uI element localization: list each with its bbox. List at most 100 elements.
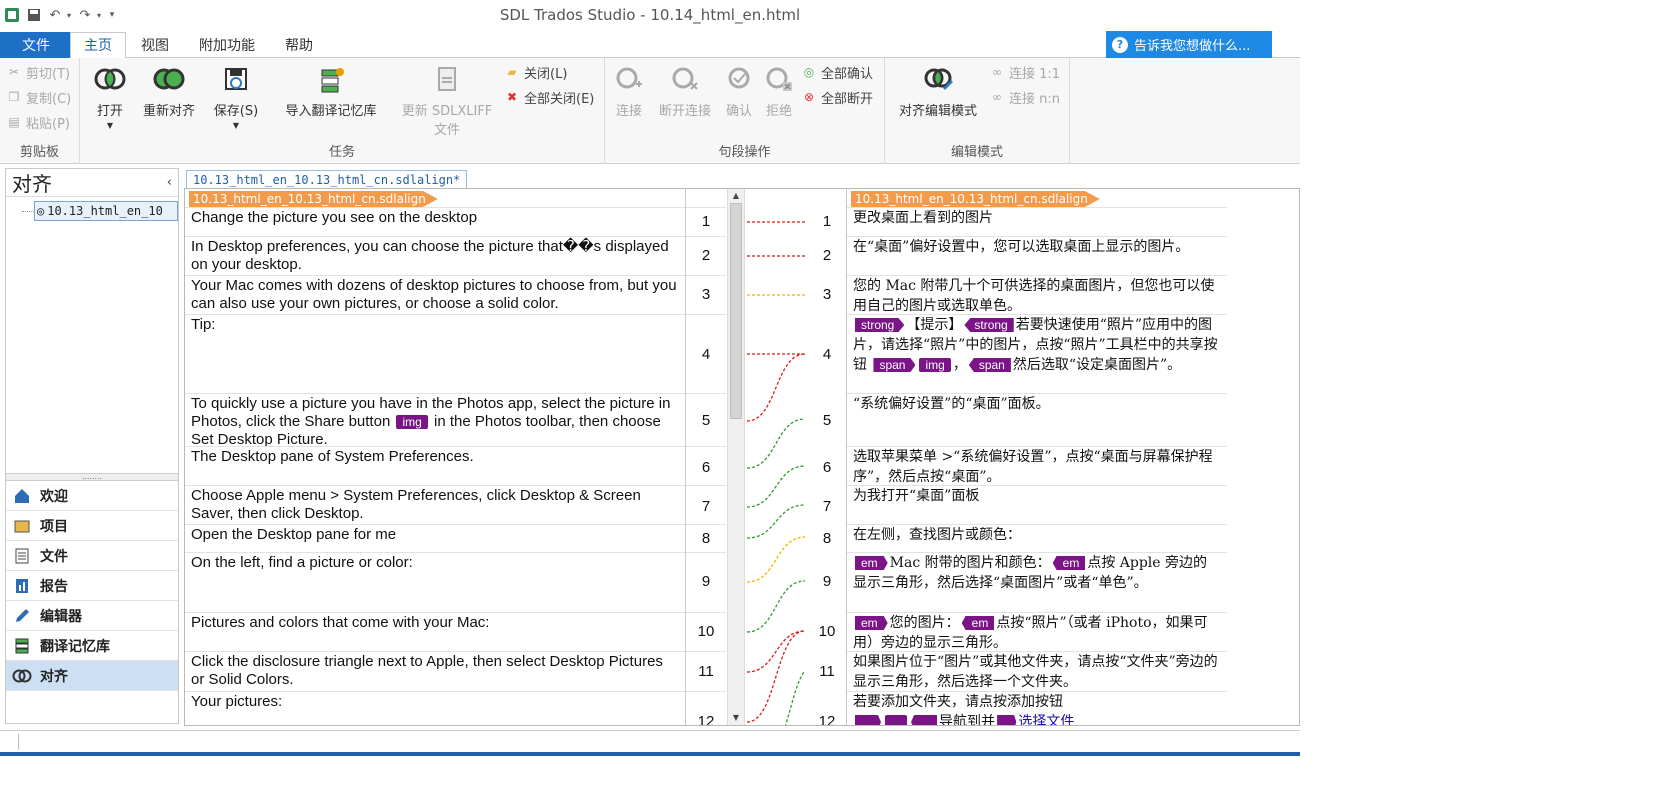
cut-button[interactable]: ✂ 剪切(T)	[6, 62, 70, 82]
import-tm-button[interactable]: 导入翻译记忆库	[278, 62, 384, 119]
confirm-all-button[interactable]: ◎ 全部确认	[801, 62, 873, 82]
source-segment[interactable]: Pictures and colors that come with your …	[185, 612, 685, 651]
target-segment[interactable]: 选取苹果菜单 >“系统偏好设置”，点按“桌面与屏幕保护程序”，然后点按“桌面”。	[847, 446, 1227, 485]
row-divider	[686, 552, 726, 553]
target-segment[interactable]: 为我打开“桌面”面板	[847, 485, 1227, 524]
source-text: Click the disclosure triangle next to Ap…	[191, 653, 663, 688]
save-button[interactable]: 保存(S) ▼	[210, 62, 262, 130]
target-segment[interactable]: 您的 Mac 附带几十个可供选择的桌面图片，但您也可以使用自己的图片或选取单色。	[847, 275, 1227, 314]
target-segment[interactable]: 若要添加文件夹，请点按添加按钮 导航到并 选择文件	[847, 691, 1227, 725]
close-all-button[interactable]: ✖ 全部关闭(E)	[504, 87, 594, 107]
scroll-thumb[interactable]	[730, 203, 742, 419]
source-segment[interactable]: Choose Apple menu > System Preferences, …	[185, 485, 685, 524]
realign-button[interactable]: 重新对齐	[138, 62, 200, 119]
source-scrollbar[interactable]: ▲ ▼	[727, 189, 745, 725]
target-segment[interactable]: strong 【提示】 strong 若要快速使用“照片”应用中的图片，请选择“照片”…	[847, 314, 1227, 393]
source-segment[interactable]: Your Mac comes with dozens of desktop pi…	[185, 275, 685, 314]
nav-welcome[interactable]: 欢迎	[6, 481, 178, 511]
scroll-up-icon[interactable]: ▲	[728, 189, 744, 203]
link-line[interactable]	[746, 465, 806, 508]
target-text: 如果图片位于“图片”或其他文件夹，请点按“文件夹”旁边的显示三角形，然后选择一个…	[853, 654, 1218, 690]
span-open-tag[interactable]	[855, 715, 882, 725]
source-segment[interactable]: On the left, find a picture or color:	[185, 552, 685, 612]
link-line[interactable]	[746, 504, 806, 539]
nav-files-label: 文件	[40, 548, 68, 565]
target-segment[interactable]: “系统偏好设置”的“桌面”面板。	[847, 393, 1227, 446]
connect-button[interactable]: 连接	[611, 62, 647, 119]
link-line[interactable]	[784, 670, 806, 726]
tell-me-label: 告诉我您想做什么...	[1134, 39, 1251, 54]
edit-mode-group-label: 编辑模式	[950, 145, 1003, 160]
link-line[interactable]	[746, 418, 806, 469]
reject-icon	[762, 62, 796, 96]
source-segment[interactable]: Tip:	[185, 314, 685, 393]
source-segment[interactable]: Click the disclosure triangle next to Ap…	[185, 651, 685, 691]
span-close-tag[interactable]	[911, 715, 938, 725]
align-edit-mode-button[interactable]: 对齐编辑模式	[891, 62, 985, 119]
a-open-tag[interactable]	[997, 715, 1017, 725]
files-icon	[12, 546, 32, 566]
img-placeholder-tag[interactable]	[885, 715, 908, 725]
target-link-text[interactable]: 选择文件	[1018, 714, 1074, 725]
img-placeholder-tag[interactable]: img	[919, 358, 951, 372]
link-line[interactable]	[746, 580, 806, 633]
nav-reports[interactable]: 报告	[6, 571, 178, 601]
source-segment[interactable]: Your pictures:	[185, 691, 685, 725]
align-icon	[12, 666, 32, 686]
panel-splitter[interactable]: ........	[6, 473, 178, 481]
target-segment[interactable]: 更改桌面上看到的图片	[847, 207, 1227, 236]
em-close-tag[interactable]: em	[1052, 556, 1086, 570]
source-segment[interactable]: Open the Desktop pane for me	[185, 524, 685, 552]
open-button[interactable]: 打开 ▼	[90, 62, 130, 130]
link-line[interactable]	[746, 630, 806, 723]
tab-home[interactable]: 主页	[70, 32, 126, 58]
source-segment[interactable]: The Desktop pane of System Preferences.	[185, 446, 685, 485]
nav-editor[interactable]: 编辑器	[6, 601, 178, 631]
nav-alignment[interactable]: 对齐	[6, 661, 178, 691]
source-segment[interactable]: In Desktop preferences, you can choose t…	[185, 236, 685, 275]
span-close-tag[interactable]: span	[968, 358, 1011, 372]
tab-view[interactable]: 视图	[130, 32, 180, 58]
paste-button[interactable]: ▤ 粘贴(P)	[6, 112, 70, 132]
source-text: Open the Desktop pane for me	[191, 526, 397, 543]
target-segment[interactable]: 在“桌面”偏好设置中，您可以选取桌面上显示的图片。	[847, 236, 1227, 275]
tell-me-box[interactable]: ? 告诉我您想做什么...	[1106, 31, 1272, 58]
strong-close-tag[interactable]: strong	[964, 318, 1014, 332]
disconnect-all-button[interactable]: ⊗ 全部断开	[801, 87, 873, 107]
disconnect-button[interactable]: 断开连接	[653, 62, 717, 119]
alignment-tree-item[interactable]: ◎ 10.13_html_en_10	[34, 201, 178, 221]
source-segment[interactable]: To quickly use a picture you have in the…	[185, 393, 685, 446]
nav-files[interactable]: 文件	[6, 541, 178, 571]
source-segment-number: 1	[701, 213, 711, 230]
reject-button[interactable]: 拒绝	[761, 62, 797, 119]
document-tab[interactable]: 10.13_html_en_10.13_html_cn.sdlalign*	[186, 170, 468, 188]
collapse-panel-icon[interactable]: ‹	[167, 175, 172, 190]
update-sdlxliff-button[interactable]: 更新 SDLXLIFF 文件	[398, 62, 496, 138]
tab-addins[interactable]: 附加功能	[190, 32, 264, 58]
link-line[interactable]	[746, 536, 806, 583]
nav-translation-memories[interactable]: 翻译记忆库	[6, 631, 178, 661]
link-line[interactable]	[746, 353, 806, 422]
source-segment[interactable]: Change the picture you see on the deskto…	[185, 207, 685, 236]
target-segment[interactable]: em Mac 附带的图片和颜色： em 点按 Apple 旁边的显示三角形，然后选择“…	[847, 552, 1227, 612]
scroll-down-icon[interactable]: ▼	[728, 711, 744, 725]
target-segment[interactable]: 在左侧，查找图片或颜色：	[847, 524, 1227, 552]
tab-file[interactable]: 文件	[0, 32, 72, 58]
link-line[interactable]	[746, 630, 806, 673]
connect-n-n-button[interactable]: ∞ 连接 n:n	[989, 87, 1060, 107]
span-open-tag[interactable]: span	[873, 358, 916, 372]
em-open-tag[interactable]: em	[855, 556, 888, 570]
confirm-button[interactable]: 确认	[721, 62, 757, 119]
img-placeholder-tag[interactable]: img	[396, 415, 428, 430]
close-button[interactable]: ▰ 关闭(L)	[504, 62, 567, 82]
copy-button[interactable]: ❐ 复制(C)	[6, 87, 72, 107]
strong-open-tag[interactable]: strong	[855, 318, 905, 332]
target-segment[interactable]: em 您的图片： em 点按“照片”（或者 iPhoto，如果可用）旁边的显示三角形。	[847, 612, 1227, 651]
row-divider	[686, 393, 726, 394]
nav-projects[interactable]: 项目	[6, 511, 178, 541]
target-segment[interactable]: 如果图片位于“图片”或其他文件夹，请点按“文件夹”旁边的显示三角形，然后选择一个…	[847, 651, 1227, 691]
tab-help[interactable]: 帮助	[274, 32, 324, 58]
em-close-tag[interactable]: em	[961, 616, 995, 630]
em-open-tag[interactable]: em	[855, 616, 888, 630]
connect-1-1-button[interactable]: ∞ 连接 1:1	[989, 62, 1060, 82]
